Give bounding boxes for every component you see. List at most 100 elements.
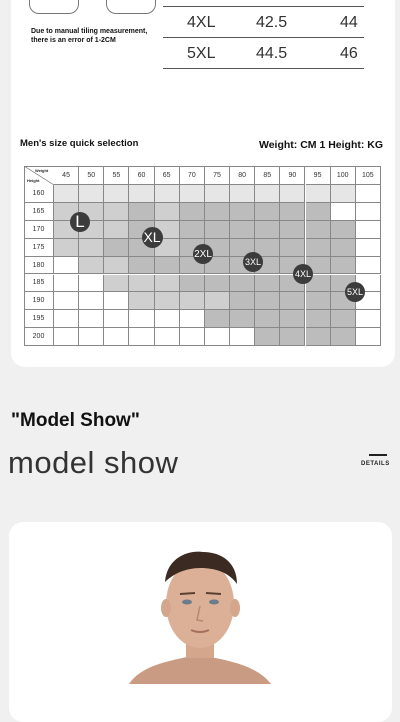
size-label: 5XL	[187, 45, 216, 62]
grid-cell	[154, 185, 180, 203]
height-header-cell: 180	[24, 256, 54, 275]
grid-cell	[79, 238, 105, 257]
size-row: 5XL 44.5 46	[163, 40, 364, 69]
grid-cell	[179, 310, 205, 329]
grid-cell	[255, 274, 281, 293]
grid-cell	[154, 202, 180, 221]
grid-cell	[179, 328, 205, 347]
grid-cell	[255, 292, 281, 311]
grid-cell	[255, 220, 281, 239]
grid-cell	[280, 220, 306, 239]
grid-cell	[54, 274, 80, 293]
grid-cell	[79, 310, 105, 329]
model-show-subtitle: model show	[8, 445, 179, 480]
grid-cell	[204, 220, 231, 239]
grid-cell	[154, 310, 180, 329]
size-row-partial	[163, 0, 364, 7]
grid-cell	[104, 238, 130, 257]
grid-cell	[104, 310, 130, 329]
grid-cell	[280, 202, 306, 221]
grid-cell	[355, 328, 381, 347]
weight-header-cell: 60	[129, 166, 155, 185]
grid-cell	[230, 202, 256, 221]
grid-cell	[54, 310, 80, 329]
size-value-a: 42.5	[256, 14, 288, 31]
weight-header-cell: 45	[54, 166, 80, 185]
grid-cell	[355, 238, 381, 257]
grid-cell	[355, 310, 381, 329]
grid-cell	[305, 202, 331, 221]
details-line	[369, 454, 387, 456]
height-header-cell: 165	[24, 202, 54, 221]
grid-cell	[280, 310, 306, 329]
model-photo-card	[9, 522, 392, 722]
weight-header-cell: 105	[355, 166, 381, 185]
grid-cell	[79, 292, 105, 311]
grid-cell	[330, 328, 356, 347]
grid-cell	[280, 292, 306, 311]
grid-cell	[280, 328, 306, 347]
grid-cell	[330, 185, 356, 203]
model-photo	[129, 551, 271, 684]
height-header-cell: 185	[24, 274, 54, 293]
grid-cell	[129, 256, 155, 275]
grid-cell	[330, 256, 356, 275]
note-line-1: Due to manual tiling measurement,	[31, 28, 148, 35]
weight-axis-label: Weight	[35, 168, 49, 173]
grid-cell	[154, 328, 180, 347]
grid-cell	[154, 274, 180, 293]
note-line-2: there is an error of 1-2CM	[31, 37, 116, 44]
grid-corner: Weight Height	[24, 166, 54, 185]
height-header-cell: 200	[24, 328, 54, 347]
size-value-a: 44.5	[256, 45, 288, 62]
grid-cell	[204, 292, 231, 311]
grid-cell	[330, 238, 356, 257]
grid-cell	[255, 185, 281, 203]
weight-header-cell: 90	[280, 166, 306, 185]
grid-cell	[305, 238, 331, 257]
measurement-note: Due to manual tiling measurement, there …	[31, 27, 147, 45]
grid-cell	[104, 220, 130, 239]
size-row: 4XL 42.5 44	[163, 9, 364, 38]
sock-outline-right	[106, 0, 156, 14]
size-badge-5xl: 5XL	[345, 282, 365, 302]
grid-cell	[129, 292, 155, 311]
grid-cell	[104, 256, 130, 275]
size-badge-2xl: 2XL	[193, 244, 213, 264]
grid-cell	[129, 274, 155, 293]
grid-cell	[305, 292, 331, 311]
grid-cell	[179, 220, 205, 239]
grid-cell	[230, 220, 256, 239]
grid-cell	[54, 238, 80, 257]
weight-height-units: Weight: CM 1 Height: KG	[259, 139, 384, 151]
grid-cell	[79, 256, 105, 275]
grid-cell	[54, 292, 80, 311]
grid-cell	[204, 185, 231, 203]
grid-cell	[330, 220, 356, 239]
grid-cell	[230, 328, 256, 347]
grid-cell	[104, 202, 130, 221]
grid-cell	[230, 274, 256, 293]
grid-cell	[204, 202, 231, 221]
size-badge-l: L	[70, 212, 90, 232]
grid-cell	[79, 185, 105, 203]
grid-cell	[54, 256, 80, 275]
grid-cell	[79, 328, 105, 347]
details-link[interactable]: DETAILS	[361, 461, 390, 467]
height-header-cell: 195	[24, 310, 54, 329]
grid-cell	[104, 292, 130, 311]
height-header-cell: 170	[24, 220, 54, 239]
grid-cell	[305, 328, 331, 347]
grid-cell	[280, 185, 306, 203]
weight-header-cell: 55	[104, 166, 130, 185]
size-badge-4xl: 4XL	[293, 264, 313, 284]
grid-cell	[280, 238, 306, 257]
grid-cell	[154, 292, 180, 311]
grid-cell	[179, 185, 205, 203]
weight-header-cell: 100	[330, 166, 356, 185]
grid-cell	[104, 185, 130, 203]
grid-cell	[355, 256, 381, 275]
grid-cell	[204, 310, 231, 329]
weight-header-cell: 85	[255, 166, 281, 185]
grid-cell	[179, 292, 205, 311]
